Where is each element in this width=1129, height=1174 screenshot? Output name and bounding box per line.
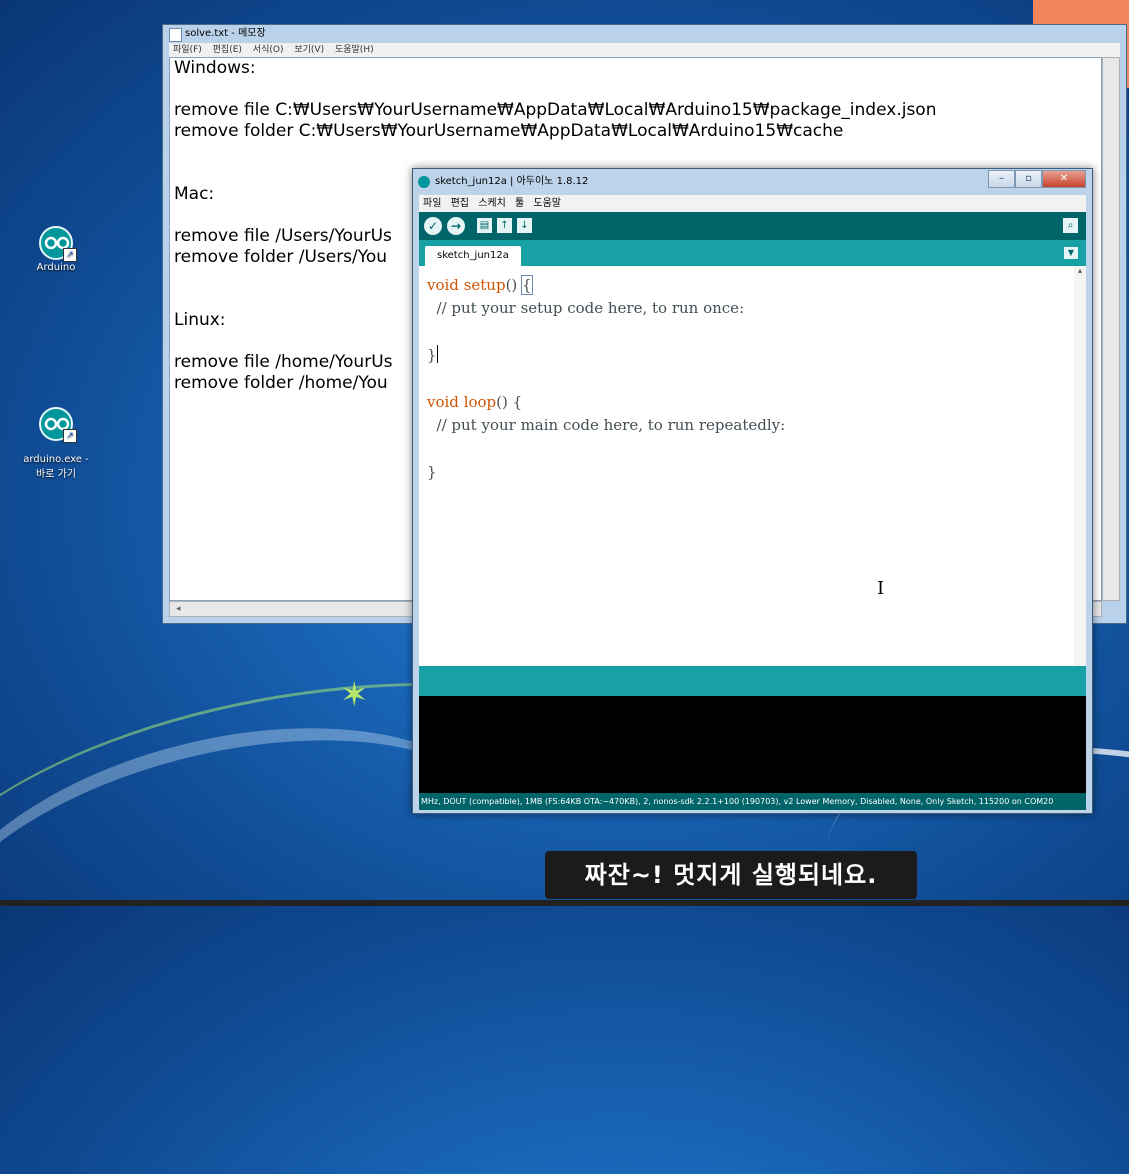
board-info-footer: MHz, DOUT (compatible), 1MB (FS:64KB OTA…: [419, 793, 1086, 810]
code-keyword: void: [427, 276, 459, 294]
code-function: setup: [463, 276, 506, 294]
menu-view[interactable]: 보기(V): [294, 45, 324, 55]
code-keyword: void: [427, 393, 459, 412]
code-comment: // put your main code here, to run repea…: [427, 416, 786, 435]
code-function: loop: [463, 393, 497, 412]
new-sketch-button[interactable]: ▤: [477, 218, 492, 233]
menu-edit[interactable]: 편집(E): [213, 45, 242, 55]
arduino-tab-bar: sketch_jun12a ▼: [419, 240, 1086, 266]
upload-button[interactable]: →: [447, 217, 465, 235]
window-controls: – ▫ ✕: [988, 170, 1086, 188]
code-content: void setup() { // put your setup code he…: [427, 274, 785, 485]
text-cursor-icon: I: [877, 578, 885, 599]
notepad-icon: [169, 28, 182, 42]
menu-file[interactable]: 파일: [423, 198, 441, 209]
status-bar: [419, 666, 1086, 696]
menu-file[interactable]: 파일(F): [173, 45, 202, 55]
code-text: () {: [496, 393, 523, 412]
arduino-toolbar: ✓ → ▤ ↑ ↓ ⌕: [419, 212, 1086, 240]
desktop-icon-arduino-exe[interactable]: ↗ arduino.exe - 바로 가기: [16, 396, 96, 491]
desktop-icon-label: Arduino: [36, 262, 76, 273]
console-output: [419, 696, 1086, 793]
arduino-logo-icon: ↗: [39, 407, 77, 443]
code-comment: // put your setup code here, to run once…: [427, 299, 745, 318]
desktop-icon-arduino[interactable]: ↗ Arduino: [16, 226, 96, 273]
editor-vertical-scrollbar[interactable]: ▴: [1074, 266, 1086, 666]
arduino-menubar: 파일 편집 스케치 툴 도움말: [419, 195, 1086, 212]
arduino-title: sketch_jun12a | 아두이노 1.8.12: [435, 176, 589, 187]
text-caret: [436, 345, 438, 364]
tab-menu-button[interactable]: ▼: [1064, 247, 1078, 259]
video-subtitle: 짜잔~! 멋지게 실행되네요.: [545, 851, 917, 899]
open-sketch-button[interactable]: ↑: [497, 218, 512, 233]
notepad-menubar: 파일(F) 편집(E) 서식(O) 보기(V) 도움말(H): [169, 43, 1120, 57]
desktop-icon-label: arduino.exe - 바로 가기: [23, 454, 89, 480]
shortcut-arrow-icon: ↗: [63, 429, 77, 443]
menu-sketch[interactable]: 스케치: [478, 198, 506, 209]
arduino-logo-icon: ↗: [39, 226, 77, 262]
maximize-button[interactable]: ▫: [1015, 170, 1042, 188]
code-brace: }: [427, 346, 437, 365]
close-button[interactable]: ✕: [1042, 170, 1086, 188]
tab-sketch[interactable]: sketch_jun12a: [425, 246, 521, 266]
code-text: (): [505, 276, 523, 294]
menu-format[interactable]: 서식(O): [253, 45, 284, 55]
notepad-vertical-scrollbar[interactable]: [1102, 57, 1120, 601]
menu-edit[interactable]: 편집: [451, 198, 469, 209]
arduino-ide-window: sketch_jun12a | 아두이노 1.8.12 – ▫ ✕ 파일 편집 …: [412, 168, 1093, 814]
code-editor[interactable]: void setup() { // put your setup code he…: [419, 266, 1086, 666]
code-brace: }: [427, 463, 437, 482]
verify-button[interactable]: ✓: [424, 217, 442, 235]
taskbar-edge: [0, 900, 1129, 906]
notepad-title: solve.txt - 메모장: [185, 28, 266, 39]
notepad-titlebar[interactable]: solve.txt - 메모장: [163, 25, 1126, 43]
arduino-app-icon: [418, 176, 430, 188]
serial-monitor-button[interactable]: ⌕: [1063, 218, 1078, 233]
wallpaper-logo-icon: ✶: [340, 675, 369, 715]
code-brace: {: [521, 275, 533, 295]
scroll-left-icon[interactable]: ◂: [176, 604, 181, 614]
shortcut-arrow-icon: ↗: [63, 248, 77, 262]
arduino-titlebar[interactable]: sketch_jun12a | 아두이노 1.8.12 – ▫ ✕: [413, 169, 1092, 195]
menu-help[interactable]: 도움말: [533, 198, 561, 209]
save-sketch-button[interactable]: ↓: [517, 218, 532, 233]
menu-tools[interactable]: 툴: [515, 198, 524, 209]
menu-help[interactable]: 도움말(H): [335, 45, 374, 55]
minimize-button[interactable]: –: [988, 170, 1015, 188]
